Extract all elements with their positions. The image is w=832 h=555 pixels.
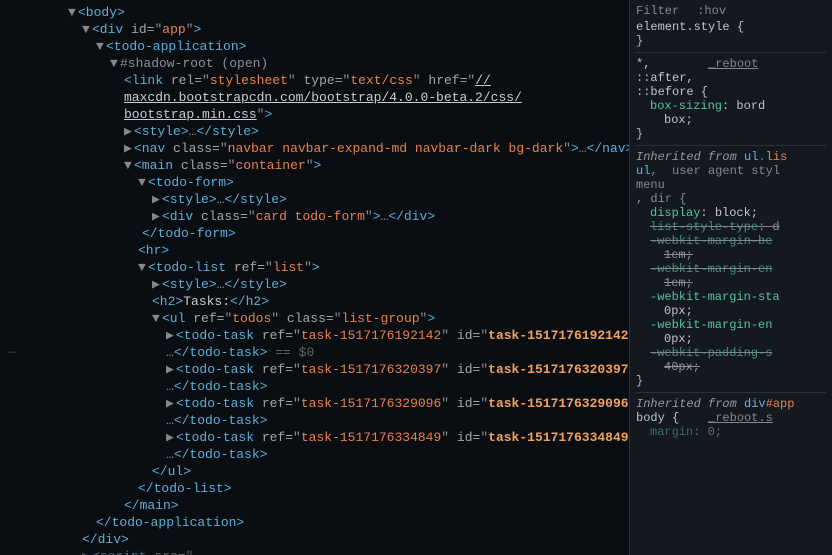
todo-list-open[interactable]: ▼<todo-list ref="list"> — [40, 259, 629, 276]
elements-panel[interactable]: … ▼<body> ▼<div id="app"> ▼<todo-applica… — [0, 0, 629, 555]
nav-tag[interactable]: ▶<nav class="navbar navbar-expand-md nav… — [40, 140, 629, 157]
body-tag[interactable]: ▼<body> — [40, 4, 629, 21]
reboot-rule[interactable]: *, _reboot ::after, ::before { box-sizin… — [636, 52, 826, 141]
styles-panel[interactable]: Filter :hov element.style { } *, _reboot… — [629, 0, 832, 555]
todo-application-close[interactable]: </todo-application> — [40, 514, 629, 531]
hov-label[interactable]: :hov — [697, 4, 726, 18]
script-tag[interactable]: ▶<script src=" — [40, 548, 629, 555]
ul-todos[interactable]: ▼<ul ref="todos" class="list-group"> — [40, 310, 629, 327]
link-stylesheet-url-2[interactable]: bootstrap.min.css"> — [40, 106, 629, 123]
inherited-ul-section: Inherited from ul.lis — [636, 145, 826, 164]
main-close[interactable]: </main> — [40, 497, 629, 514]
link-stylesheet[interactable]: <link rel="stylesheet" type="text/css" h… — [40, 72, 629, 89]
todo-application-tag[interactable]: ▼<todo-application> — [40, 38, 629, 55]
todo-list-close[interactable]: </todo-list> — [40, 480, 629, 497]
todo-task-2-open[interactable]: ▶<todo-task ref="task-1517176320397" id=… — [40, 361, 629, 378]
element-style-close: } — [636, 34, 826, 48]
filter-label[interactable]: Filter — [636, 4, 679, 18]
hr-tag[interactable]: <hr> — [40, 242, 629, 259]
style-collapsed-3[interactable]: ▶<style>…</style> — [40, 276, 629, 293]
link-stylesheet-url-1[interactable]: maxcdn.bootstrapcdn.com/bootstrap/4.0.0-… — [40, 89, 629, 106]
div-card-todo-form[interactable]: ▶<div class="card todo-form">…</div> — [40, 208, 629, 225]
todo-task-3-open[interactable]: ▶<todo-task ref="task-1517176329096" id=… — [40, 395, 629, 412]
todo-task-4-close[interactable]: …</todo-task> — [40, 446, 629, 463]
div-app-tag[interactable]: ▼<div id="app"> — [40, 21, 629, 38]
style-collapsed-2[interactable]: ▶<style>…</style> — [40, 191, 629, 208]
collapse-dots-icon: … — [8, 342, 18, 358]
element-style-selector[interactable]: element.style { — [636, 20, 826, 34]
todo-task-1-open[interactable]: ▶<todo-task ref="task-1517176192142" id=… — [40, 327, 629, 344]
inherited-div-section: Inherited from div#app — [636, 392, 826, 411]
style-collapsed-1[interactable]: ▶<style>…</style> — [40, 123, 629, 140]
main-tag[interactable]: ▼<main class="container"> — [40, 157, 629, 174]
ul-ua-rule[interactable]: ul, user agent styl menu , dir { display… — [636, 164, 826, 388]
todo-form-close[interactable]: </todo-form> — [40, 225, 629, 242]
body-rule[interactable]: body { _reboot.s margin: 0; — [636, 411, 826, 439]
ul-close[interactable]: </ul> — [40, 463, 629, 480]
shadow-root[interactable]: ▼#shadow-root (open) — [40, 55, 629, 72]
div-app-close[interactable]: </div> — [40, 531, 629, 548]
styles-filter-row[interactable]: Filter :hov — [636, 4, 826, 18]
todo-task-1-close[interactable]: …</todo-task> == $0 — [40, 344, 629, 361]
todo-task-4-open[interactable]: ▶<todo-task ref="task-1517176334849" id=… — [40, 429, 629, 446]
todo-task-2-close[interactable]: …</todo-task> — [40, 378, 629, 395]
todo-task-3-close[interactable]: …</todo-task> — [40, 412, 629, 429]
todo-form-open[interactable]: ▼<todo-form> — [40, 174, 629, 191]
h2-tasks[interactable]: <h2>Tasks:</h2> — [40, 293, 629, 310]
